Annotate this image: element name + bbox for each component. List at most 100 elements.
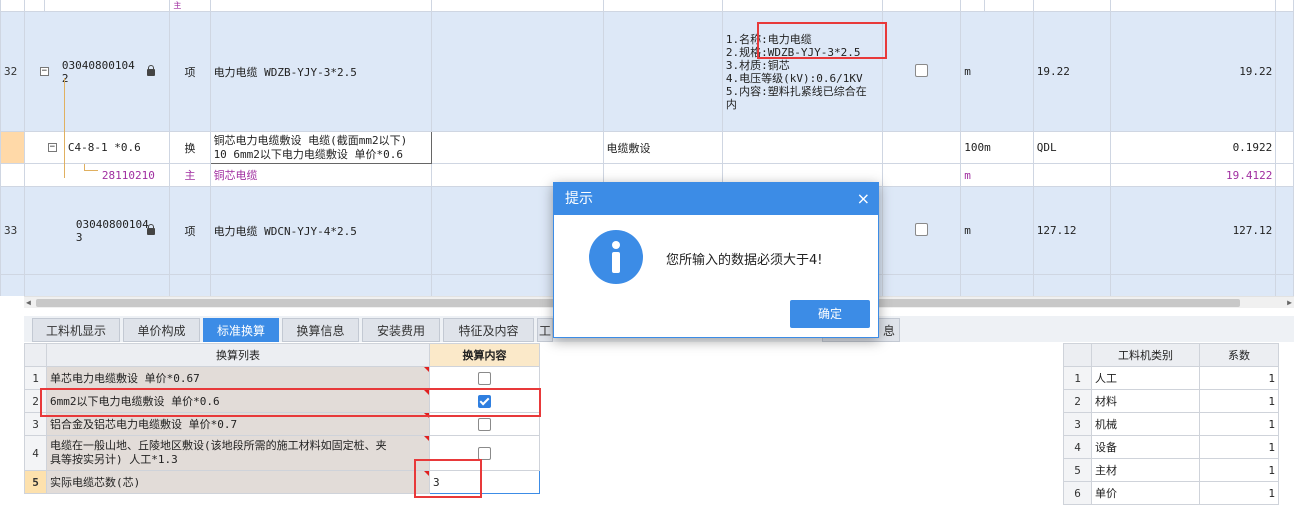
- collapse-icon[interactable]: −: [39, 66, 49, 76]
- feature-line: 内: [725, 97, 737, 111]
- coefficient-value[interactable]: 1: [1199, 435, 1279, 459]
- row-number: 4: [24, 435, 47, 471]
- conversion-row[interactable]: 2 6mm2以下电力电缆敷设 单价*0.6: [24, 389, 540, 413]
- conversion-label: 铝合金及铝芯电力电缆敷设 单价*0.7: [46, 412, 430, 436]
- item-qty: 127.12: [1032, 186, 1111, 275]
- conversion-label: 电缆在一般山地、丘陵地区敷设(该地段所需的施工材料如固定桩、夹 具等按实另计) …: [46, 435, 430, 471]
- feature-line: 1.名称:电力电缆: [725, 32, 812, 46]
- quota-unit: 100m: [960, 131, 1034, 164]
- quota-name-line1: 铜芯电力电缆敷设 电缆(截面mm2以下): [213, 133, 408, 147]
- dialog-message: 您所输入的数据必须大于4!: [666, 253, 823, 268]
- coefficient-row[interactable]: 3 机械 1: [1063, 412, 1279, 436]
- material-code[interactable]: 28110210: [23, 163, 171, 187]
- row-number: 32: [0, 11, 25, 132]
- item-code[interactable]: 03040800104 3: [23, 186, 171, 275]
- item-unit: m: [960, 11, 1034, 132]
- conversion-row[interactable]: 1 单芯电力电缆敷设 单价*0.67: [24, 366, 540, 390]
- row-number: 1: [1063, 366, 1092, 390]
- conversion-list: 换算列表 换算内容 1 单芯电力电缆敷设 单价*0.67 2 6mm2以下电力电…: [24, 343, 540, 494]
- category-label: 人工: [1091, 366, 1200, 390]
- row-number: 6: [1063, 481, 1092, 505]
- tab-features[interactable]: 特征及内容: [443, 318, 534, 342]
- conversion-row[interactable]: 5 实际电缆芯数(芯) 3: [24, 470, 540, 494]
- conversion-row[interactable]: 4 电缆在一般山地、丘陵地区敷设(该地段所需的施工材料如固定桩、夹 具等按实另计…: [24, 435, 540, 471]
- feature-line: 3.材质:铜芯: [725, 58, 790, 72]
- quota-specialty: 电缆敷设: [602, 131, 723, 164]
- conversion-label-line2: 具等按实另计) 人工*1.3: [50, 453, 178, 466]
- table-row[interactable]: − C4-8-1 *0.6 换 铜芯电力电缆敷设 电缆(截面mm2以下) 10 …: [0, 131, 1294, 164]
- coefficient-row[interactable]: 1 人工 1: [1063, 366, 1279, 390]
- close-icon[interactable]: ×: [857, 183, 870, 215]
- quota-name[interactable]: 铜芯电力电缆敷设 电缆(截面mm2以下) 10 6mm2以下电力电缆敷设 单价*…: [209, 131, 432, 164]
- scroll-left-icon[interactable]: ◀: [26, 298, 31, 307]
- tab-material-display[interactable]: 工料机显示: [32, 318, 120, 342]
- conversion-checkbox[interactable]: [478, 417, 491, 431]
- category-label: 单价: [1091, 481, 1200, 505]
- conversion-checkbox[interactable]: [478, 446, 491, 460]
- quota-code[interactable]: − C4-8-1 *0.6: [23, 131, 171, 164]
- quota-qty-total: 0.1922: [1109, 131, 1277, 164]
- tab-install-fee[interactable]: 安装费用: [362, 318, 440, 342]
- item-unit: m: [960, 186, 1034, 275]
- coefficient-value[interactable]: 1: [1199, 389, 1279, 413]
- conversion-checkbox-checked[interactable]: [478, 394, 491, 408]
- item-name[interactable]: 电力电缆 WDZB-YJY-3*2.5: [209, 11, 432, 132]
- coefficient-value[interactable]: 1: [1199, 458, 1279, 482]
- conversion-checkbox[interactable]: [478, 371, 491, 385]
- tab-unit-price[interactable]: 单价构成: [123, 318, 200, 342]
- row-number: 3: [1063, 412, 1092, 436]
- feature-line: 2.规格:WDZB-YJY-3*2.5: [725, 45, 861, 59]
- info-icon: [589, 230, 643, 284]
- dialog-titlebar[interactable]: 提示 ×: [554, 183, 878, 215]
- category-label: 主材: [1091, 458, 1200, 482]
- material-unit: m: [960, 163, 1034, 187]
- lock-icon: [146, 64, 155, 76]
- header-conversion-list: 换算列表: [46, 343, 430, 367]
- row-number: 2: [24, 389, 47, 413]
- material-code-text: 28110210: [101, 168, 155, 182]
- conversion-row[interactable]: 3 铝合金及铝芯电力电缆敷设 单价*0.7: [24, 412, 540, 436]
- coefficient-value[interactable]: 1: [1199, 481, 1279, 505]
- item-features[interactable]: 1.名称:电力电缆 2.规格:WDZB-YJY-3*2.5 3.材质:铜芯 4.…: [721, 11, 884, 132]
- coefficient-row[interactable]: 5 主材 1: [1063, 458, 1279, 482]
- item-name[interactable]: 电力电缆 WDCN-YJY-4*2.5: [209, 186, 432, 275]
- row-number: 33: [0, 186, 25, 275]
- conversion-label: 6mm2以下电力电缆敷设 单价*0.6: [46, 389, 430, 413]
- tree-line: [64, 78, 65, 178]
- tab-standard-conversion[interactable]: 标准换算: [203, 318, 279, 342]
- conversion-label-line1: 电缆在一般山地、丘陵地区敷设(该地段所需的施工材料如固定桩、夹: [50, 439, 387, 452]
- category-label: 机械: [1091, 412, 1200, 436]
- item-code[interactable]: − 03040800104 2: [23, 11, 171, 132]
- material-qty-total: 19.4122: [1109, 163, 1277, 187]
- coefficient-row[interactable]: 2 材料 1: [1063, 389, 1279, 413]
- alert-dialog: 提示 × 您所输入的数据必须大于4! 确定: [553, 182, 879, 338]
- collapse-icon[interactable]: −: [47, 143, 57, 152]
- row-checkbox[interactable]: [915, 63, 929, 77]
- coefficient-row[interactable]: 6 单价 1: [1063, 481, 1279, 505]
- core-count-input[interactable]: 3: [429, 470, 540, 494]
- category-label: 材料: [1091, 389, 1200, 413]
- coefficient-row[interactable]: 4 设备 1: [1063, 435, 1279, 459]
- item-type: 项: [169, 186, 211, 275]
- lock-icon: [146, 223, 155, 235]
- row-number: 2: [1063, 389, 1092, 413]
- category-label: 设备: [1091, 435, 1200, 459]
- item-code-line2: 2: [61, 71, 69, 85]
- scroll-right-icon[interactable]: ▶: [1287, 298, 1292, 307]
- table-row[interactable]: 32 − 03040800104 2 项 电力电缆 WDZB-YJY-3*2.5…: [0, 11, 1294, 132]
- header-material-category: 工料机类别: [1091, 343, 1200, 367]
- row-number: 5: [1063, 458, 1092, 482]
- item-qty-total: 127.12: [1109, 186, 1277, 275]
- coefficient-table: 工料机类别 系数 1 人工 1 2 材料 1 3 机械 1 4 设备 1 5 主…: [1063, 343, 1279, 505]
- tab-hidden[interactable]: 工: [537, 318, 553, 342]
- ok-button[interactable]: 确定: [790, 300, 870, 328]
- tab-conversion-info[interactable]: 换算信息: [282, 318, 359, 342]
- material-type: 主: [169, 163, 211, 187]
- quota-name-line2: 10 6mm2以下电力电缆敷设 单价*0.6: [213, 147, 404, 161]
- material-name[interactable]: 铜芯电缆: [209, 163, 432, 187]
- coefficient-value[interactable]: 1: [1199, 366, 1279, 390]
- quota-code-text: C4-8-1 *0.6: [67, 141, 141, 154]
- row-checkbox[interactable]: [915, 222, 929, 236]
- feature-line: 5.内容:塑料扎紧线已综合在: [725, 84, 867, 98]
- coefficient-value[interactable]: 1: [1199, 412, 1279, 436]
